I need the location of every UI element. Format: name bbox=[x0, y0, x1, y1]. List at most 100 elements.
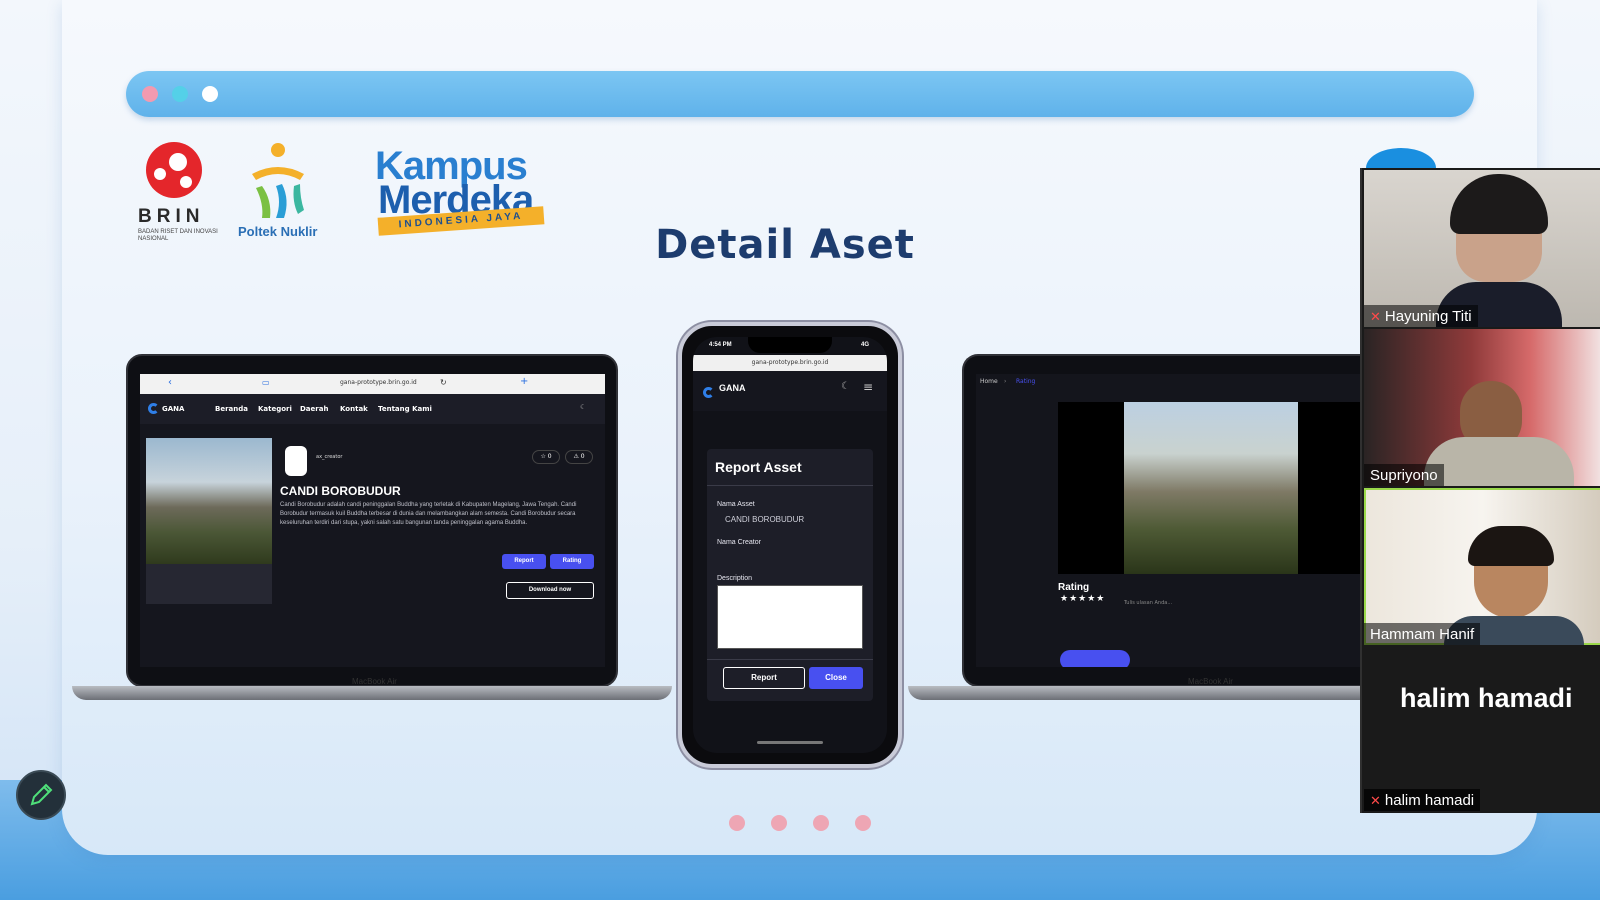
annotate-button[interactable] bbox=[16, 770, 66, 820]
rating-label: Rating bbox=[1058, 582, 1090, 593]
video-tile-supriyono[interactable]: Supriyono bbox=[1364, 329, 1600, 486]
laptop-mockup-left: ‹ ▭ gana-prototype.brin.go.id ↻ + GANA B… bbox=[126, 354, 618, 687]
poltek-nuklir-logo bbox=[252, 143, 304, 218]
new-tab-icon: + bbox=[520, 376, 529, 387]
laptop-right-model: MacBook Air bbox=[1188, 677, 1233, 686]
nav-tentang-kami: Tentang Kami bbox=[378, 405, 432, 413]
video-tile-halim-hamadi[interactable]: halim hamadi ✕ halim hamadi bbox=[1364, 647, 1600, 811]
gana-logo-icon bbox=[703, 383, 714, 402]
mic-muted-icon: ✕ bbox=[1370, 793, 1381, 808]
pencil-icon bbox=[30, 783, 53, 806]
participant-name: Hayuning Titi bbox=[1384, 308, 1472, 325]
participant-big-name: halim hamadi bbox=[1400, 683, 1573, 713]
breadcrumb-home: Home bbox=[980, 378, 998, 385]
poltek-nuklir-text: Poltek Nuklir bbox=[238, 224, 318, 239]
participant-name-tag: Hammam Hanif bbox=[1364, 623, 1481, 645]
laptop-left-model: MacBook Air bbox=[352, 677, 397, 686]
asset-image-borobudur bbox=[146, 438, 272, 564]
site-navbar: GANA Beranda Kategori Daerah Kontak Tent… bbox=[140, 394, 605, 424]
breadcrumb-separator: › bbox=[1004, 378, 1007, 385]
brin-subtitle: BADAN RISET DAN INOVASI NASIONAL bbox=[138, 229, 218, 242]
window-dot-white bbox=[202, 86, 218, 102]
carousel-dot-2[interactable] bbox=[771, 815, 787, 831]
participant-name-tag: ✕ Hayuning Titi bbox=[1364, 305, 1478, 327]
rating-stars: ★★★★★ bbox=[1060, 594, 1106, 604]
brin-text: BRIN bbox=[138, 206, 205, 227]
phone-signal: 4G bbox=[861, 342, 870, 348]
star-count: 0 bbox=[547, 453, 552, 460]
participant-name-tag: ✕ halim hamadi bbox=[1364, 789, 1481, 811]
submit-rating-button bbox=[1060, 650, 1130, 667]
nama-creator-label: Nama Creator bbox=[717, 539, 761, 546]
participant-name: halim hamadi bbox=[1384, 792, 1475, 809]
laptop-left-base bbox=[72, 686, 672, 700]
carousel-dot-3[interactable] bbox=[813, 815, 829, 831]
phone-mockup: 4:54 PM 4G gana-prototype.brin.go.id GAN… bbox=[678, 322, 902, 768]
nama-asset-label: Nama Asset bbox=[717, 501, 755, 508]
carousel-dot-1[interactable] bbox=[729, 815, 745, 831]
participant-shoulders bbox=[1424, 437, 1574, 486]
phone-url: gana-prototype.brin.go.id bbox=[693, 355, 887, 371]
phone-site-header: GANA ☾ ≡ bbox=[693, 371, 887, 411]
modal-close-button: Close bbox=[809, 667, 863, 689]
dark-mode-icon: ☾ bbox=[841, 381, 850, 392]
laptop-mockup-right: Home › Rating Rating ★★★★★ Tulis ulasan … bbox=[962, 354, 1384, 687]
phone-notch bbox=[748, 337, 832, 353]
warning-count-badge: ⚠ 0 bbox=[565, 450, 593, 464]
participant-name: Hammam Hanif bbox=[1370, 626, 1475, 643]
slide-title: Detail Aset bbox=[655, 222, 915, 268]
nav-kategori: Kategori bbox=[258, 405, 292, 413]
rating-image-borobudur bbox=[1124, 402, 1298, 574]
home-indicator bbox=[757, 741, 823, 744]
description-label: Description bbox=[717, 575, 753, 582]
slide-browser-bar bbox=[126, 71, 1474, 117]
nav-kontak: Kontak bbox=[340, 405, 368, 413]
laptop-right-base bbox=[908, 686, 1360, 700]
modal-divider bbox=[707, 485, 873, 486]
gana-brand: GANA bbox=[162, 405, 185, 413]
video-tile-hayuning-titi[interactable]: ✕ Hayuning Titi bbox=[1364, 170, 1600, 327]
nav-beranda: Beranda bbox=[215, 405, 248, 413]
asset-description: Candi Borobudur adalah candi peninggalan… bbox=[280, 502, 577, 526]
laptop-left-display: ‹ ▭ gana-prototype.brin.go.id ↻ + GANA B… bbox=[140, 374, 605, 667]
creator-name: ax_creator bbox=[316, 454, 343, 460]
star-count-badge: ☆ 0 bbox=[532, 450, 560, 464]
description-textarea bbox=[717, 585, 863, 649]
browser-url: gana-prototype.brin.go.id bbox=[340, 379, 417, 386]
laptop-right-display: Home › Rating Rating ★★★★★ Tulis ulasan … bbox=[976, 374, 1384, 667]
report-asset-modal: Report Asset Nama Asset CANDI BOROBUDUR … bbox=[707, 449, 873, 701]
phone-time: 4:54 PM bbox=[709, 342, 732, 348]
window-dot-red bbox=[142, 86, 158, 102]
nav-daerah: Daerah bbox=[300, 405, 329, 413]
modal-report-button: Report bbox=[723, 667, 805, 689]
carousel-dot-4[interactable] bbox=[855, 815, 871, 831]
phone-brand: GANA bbox=[719, 383, 746, 393]
breadcrumb-current: Rating bbox=[1016, 378, 1036, 385]
phone-display: 4:54 PM 4G gana-prototype.brin.go.id GAN… bbox=[693, 337, 887, 753]
dark-mode-icon: ☾ bbox=[580, 403, 587, 411]
participant-name-tag: Supriyono bbox=[1364, 464, 1444, 486]
mic-muted-icon: ✕ bbox=[1370, 309, 1381, 324]
back-icon: ‹ bbox=[168, 377, 172, 388]
browser-address-bar: ‹ ▭ gana-prototype.brin.go.id ↻ + bbox=[140, 374, 605, 394]
review-placeholder: Tulis ulasan Anda... bbox=[1124, 600, 1173, 606]
participant-name: Supriyono bbox=[1370, 467, 1438, 484]
participant-hair bbox=[1468, 526, 1554, 566]
modal-footer-divider bbox=[707, 659, 873, 660]
participant-hair bbox=[1450, 174, 1548, 234]
download-button: Download now bbox=[506, 582, 594, 599]
warning-count: 0 bbox=[580, 453, 585, 460]
video-tile-hammam-hanif[interactable]: Hammam Hanif bbox=[1364, 488, 1600, 645]
gana-logo-icon bbox=[148, 403, 159, 416]
book-icon: ▭ bbox=[262, 378, 270, 387]
participants-video-panel: ✕ Hayuning Titi Supriyono Hammam Hanif ha… bbox=[1360, 168, 1600, 813]
report-button: Report bbox=[502, 554, 546, 569]
rating-button: Rating bbox=[550, 554, 594, 569]
window-dot-cyan bbox=[172, 86, 188, 102]
modal-title: Report Asset bbox=[715, 459, 802, 475]
hamburger-menu-icon: ≡ bbox=[863, 380, 874, 394]
nama-asset-value: CANDI BOROBUDUR bbox=[725, 515, 805, 524]
creator-avatar bbox=[285, 446, 307, 476]
asset-image-footer bbox=[146, 564, 272, 604]
reload-icon: ↻ bbox=[440, 378, 447, 387]
